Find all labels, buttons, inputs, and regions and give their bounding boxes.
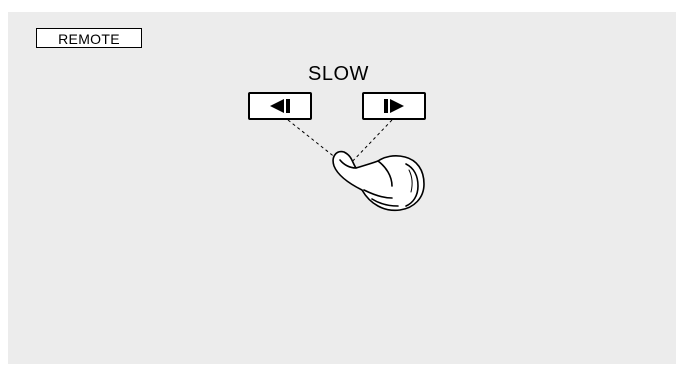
slow-reverse-icon	[270, 99, 290, 113]
slow-forward-icon	[384, 99, 404, 113]
slow-forward-button[interactable]	[362, 92, 426, 120]
remote-tag: REMOTE	[36, 28, 142, 48]
slow-reverse-button[interactable]	[248, 92, 312, 120]
page: REMOTE SLOW	[0, 0, 679, 367]
slow-label: SLOW	[308, 63, 369, 85]
